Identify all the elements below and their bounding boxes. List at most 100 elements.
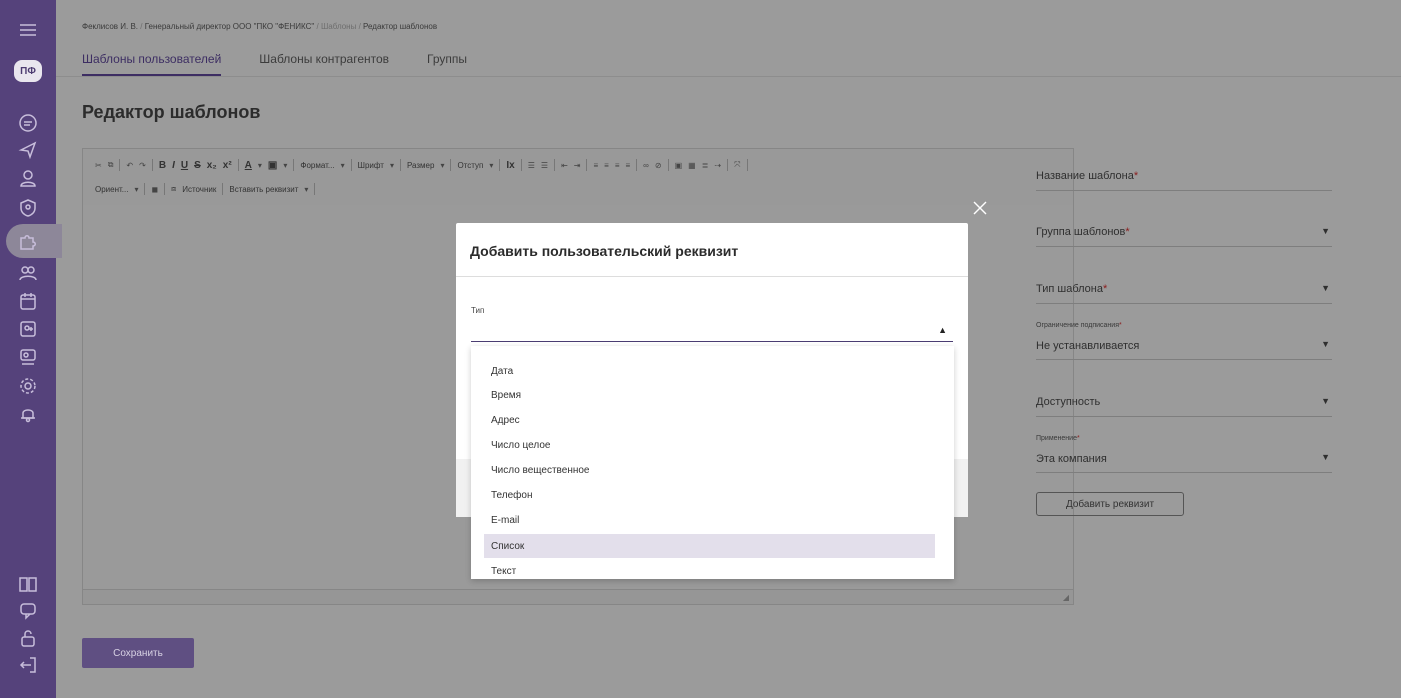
toolbar-separator	[667, 159, 669, 171]
settings-icon[interactable]	[14, 372, 42, 400]
breadcrumb-company[interactable]: Генеральный директор ООО "ПКО "ФЕНИКС"	[145, 22, 315, 31]
group-icon[interactable]	[14, 259, 42, 287]
cut-icon[interactable]: ✂	[95, 161, 102, 170]
tab-groups[interactable]: Группы	[427, 52, 467, 77]
background-color-button[interactable]: ▣	[268, 160, 277, 171]
align-justify-icon[interactable]: ≡	[625, 161, 630, 170]
italic-button[interactable]: I	[172, 160, 175, 171]
close-icon[interactable]	[972, 200, 988, 216]
sign-limit-select[interactable]: Ограничение подписания* Не устанавливает…	[1036, 322, 1332, 360]
logout-icon[interactable]	[14, 651, 42, 679]
option-email[interactable]: E-mail	[484, 508, 935, 532]
subscript-button[interactable]: x₂	[207, 160, 217, 171]
page-break-icon[interactable]: ⇢	[714, 161, 721, 170]
usage-select[interactable]: Применение* Эта компания ▼	[1036, 435, 1332, 473]
size-dropdown[interactable]: Размер	[407, 161, 435, 170]
bell-icon[interactable]	[14, 400, 42, 428]
font-dropdown[interactable]: Шрифт	[358, 161, 384, 170]
breadcrumb-user[interactable]: Феклисов И. В.	[82, 22, 138, 31]
bulleted-list-icon[interactable]: ☰	[541, 161, 548, 170]
copy-icon[interactable]: ⧉	[108, 160, 114, 170]
caret-down-icon[interactable]: ▼	[1321, 452, 1330, 462]
chevron-down-icon[interactable]: ▾	[440, 161, 444, 170]
puzzle-icon[interactable]	[14, 227, 42, 255]
option-list[interactable]: Список	[484, 534, 935, 558]
option-time[interactable]: Время	[484, 383, 935, 407]
chevron-down-icon[interactable]: ▾	[390, 161, 394, 170]
breadcrumb-templates[interactable]: Шаблоны	[321, 22, 356, 31]
template-name-field[interactable]: Название шаблона*	[1036, 150, 1332, 191]
add-requisite-button[interactable]: Добавить реквизит	[1036, 492, 1184, 516]
breadcrumb: Феклисов И. В. / Генеральный директор ОО…	[82, 22, 437, 31]
indent-icon[interactable]: ⇥	[574, 161, 581, 170]
save-button[interactable]: Сохранить	[82, 638, 194, 668]
template-type-select[interactable]: Тип шаблона* ▼	[1036, 263, 1332, 304]
breadcrumb-separator: /	[316, 22, 319, 31]
clear-format-icon[interactable]: Ix	[506, 160, 514, 171]
option-address[interactable]: Адрес	[484, 408, 935, 432]
chevron-down-icon[interactable]: ▾	[283, 161, 287, 170]
type-select[interactable]: ▲	[471, 319, 953, 342]
lock-icon[interactable]	[14, 624, 42, 652]
option-date[interactable]: Дата	[484, 359, 935, 383]
bold-button[interactable]: B	[159, 160, 166, 171]
user-icon[interactable]	[14, 164, 42, 192]
avatar[interactable]: ПФ	[14, 60, 42, 82]
chevron-down-icon[interactable]: ▾	[304, 185, 308, 194]
option-phone[interactable]: Телефон	[484, 483, 935, 507]
toolbar-separator	[520, 159, 522, 171]
insert-requisite-dropdown[interactable]: Вставить реквизит	[229, 185, 298, 194]
option-integer[interactable]: Число целое	[484, 433, 935, 457]
book-icon[interactable]	[14, 570, 42, 598]
availability-select[interactable]: Доступность ▼	[1036, 376, 1332, 417]
resize-handle-icon[interactable]: ◢	[1063, 593, 1069, 602]
tab-counterparty-templates[interactable]: Шаблоны контрагентов	[259, 52, 389, 77]
documents-icon[interactable]	[14, 109, 42, 137]
add-user-icon[interactable]	[14, 315, 42, 343]
unlink-icon[interactable]: ⊘	[655, 161, 662, 170]
chevron-down-icon[interactable]: ▾	[341, 161, 345, 170]
table-icon[interactable]: ▦	[688, 161, 696, 170]
tab-user-templates[interactable]: Шаблоны пользователей	[82, 52, 222, 77]
send-icon[interactable]	[14, 136, 42, 164]
source-icon[interactable]: ⧈	[171, 184, 176, 194]
format-dropdown[interactable]: Формат...	[300, 161, 334, 170]
maximize-icon[interactable]: ⤧	[734, 160, 740, 170]
people-icon[interactable]	[14, 342, 42, 370]
text-color-button[interactable]: A	[245, 160, 252, 171]
redo-icon[interactable]: ↷	[139, 161, 146, 170]
orientation-dropdown[interactable]: Ориент...	[95, 185, 128, 194]
toolbar-separator	[350, 159, 352, 171]
chat-icon[interactable]	[14, 597, 42, 625]
caret-up-icon[interactable]: ▲	[938, 325, 947, 335]
undo-icon[interactable]: ↶	[126, 161, 133, 170]
caret-down-icon[interactable]: ▼	[1321, 226, 1330, 236]
chevron-down-icon[interactable]: ▾	[489, 161, 493, 170]
align-left-icon[interactable]: ≡	[593, 161, 598, 170]
source-button[interactable]: Источник	[182, 185, 216, 194]
option-text[interactable]: Текст	[484, 559, 935, 579]
calendar-icon[interactable]	[14, 287, 42, 315]
underline-button[interactable]: U	[181, 160, 188, 171]
align-center-icon[interactable]: ≡	[604, 161, 609, 170]
toolbar-separator	[151, 159, 153, 171]
template-group-select[interactable]: Группа шаблонов* ▼	[1036, 206, 1332, 247]
link-icon[interactable]: ∞	[643, 161, 649, 170]
outdent-icon[interactable]: ⇤	[561, 161, 568, 170]
strike-button[interactable]: S	[194, 160, 201, 171]
chevron-down-icon[interactable]: ▾	[134, 185, 138, 194]
image-icon[interactable]: ▣	[675, 161, 683, 170]
caret-down-icon[interactable]: ▼	[1321, 396, 1330, 406]
indent-dropdown[interactable]: Отступ	[457, 161, 483, 170]
shield-icon[interactable]	[14, 194, 42, 222]
menu-icon[interactable]	[14, 16, 42, 44]
caret-down-icon[interactable]: ▼	[1321, 339, 1330, 349]
option-decimal[interactable]: Число вещественное	[484, 458, 935, 482]
numbered-list-icon[interactable]: ☰	[528, 161, 535, 170]
frame-icon[interactable]: ◼	[151, 185, 158, 194]
caret-down-icon[interactable]: ▼	[1321, 283, 1330, 293]
superscript-button[interactable]: x²	[223, 160, 232, 171]
align-right-icon[interactable]: ≡	[615, 161, 620, 170]
chevron-down-icon[interactable]: ▾	[258, 161, 262, 170]
horizontal-line-icon[interactable]: ≣	[702, 161, 709, 170]
